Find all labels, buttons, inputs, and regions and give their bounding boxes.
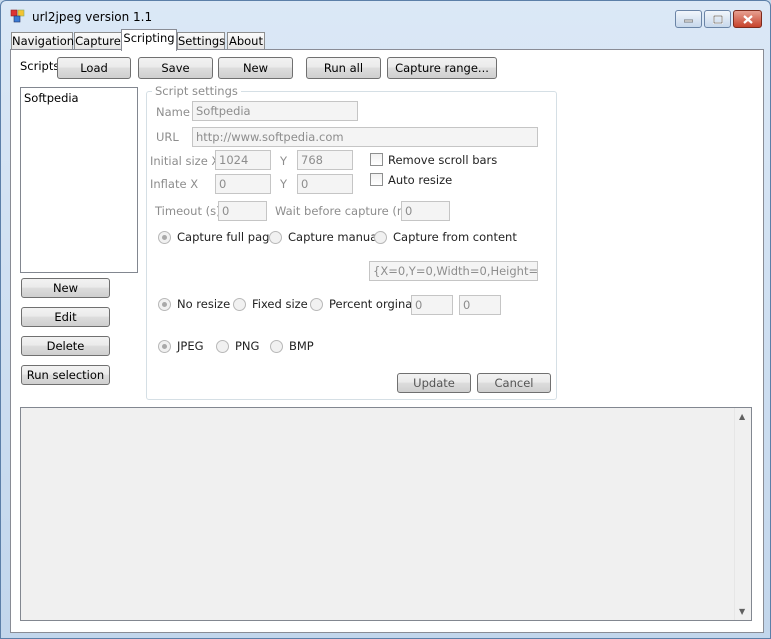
timeout-field[interactable]: 0 bbox=[218, 201, 267, 221]
png-radio[interactable] bbox=[216, 340, 229, 353]
capture-range-button[interactable]: Capture range... bbox=[387, 57, 497, 79]
title-bar[interactable]: url2jpeg version 1.1 bbox=[1, 1, 770, 31]
close-icon bbox=[742, 14, 753, 24]
bmp-radio[interactable] bbox=[270, 340, 283, 353]
initial-y-label: Y bbox=[280, 154, 288, 168]
fixed-size-radio[interactable] bbox=[233, 298, 246, 311]
inflate-y-label: Y bbox=[280, 177, 288, 191]
scripts-label: Scripts bbox=[20, 59, 60, 73]
name-label: Name bbox=[156, 105, 190, 119]
new-button[interactable]: New bbox=[21, 278, 110, 298]
name-field[interactable]: Softpedia bbox=[192, 101, 358, 121]
no-resize-radio[interactable] bbox=[158, 298, 171, 311]
tab-scripting[interactable]: Scripting bbox=[121, 29, 177, 51]
inflate-x-field[interactable]: 0 bbox=[215, 174, 271, 194]
auto-resize-checkbox[interactable] bbox=[370, 173, 383, 186]
inflate-y-field[interactable]: 0 bbox=[297, 174, 353, 194]
close-button[interactable] bbox=[733, 10, 762, 28]
cancel-button[interactable]: Cancel bbox=[477, 373, 551, 393]
edit-button[interactable]: Edit bbox=[21, 307, 110, 327]
window-title: url2jpeg version 1.1 bbox=[32, 10, 153, 24]
url-label: URL bbox=[156, 130, 179, 144]
remove-scroll-bars-label: Remove scroll bars bbox=[388, 153, 498, 167]
scripting-tab-page: Scripts Load Save New Run all Capture ra… bbox=[10, 49, 764, 633]
remove-scroll-bars-checkbox[interactable] bbox=[370, 153, 383, 166]
tab-settings[interactable]: Settings bbox=[177, 32, 225, 50]
app-icon bbox=[10, 9, 25, 23]
list-item[interactable]: Softpedia bbox=[24, 91, 79, 105]
minimize-button[interactable] bbox=[675, 10, 702, 28]
load-button[interactable]: Load bbox=[57, 57, 131, 79]
png-label: PNG bbox=[235, 339, 260, 353]
scripts-list[interactable]: Softpedia bbox=[20, 87, 138, 273]
maximize-icon bbox=[712, 14, 723, 24]
jpeg-radio[interactable] bbox=[158, 340, 171, 353]
percent-original-label: Percent orginal bbox=[329, 297, 416, 311]
initial-x-field[interactable]: 1024 bbox=[215, 150, 271, 170]
output-log-area[interactable]: ▲ ▼ bbox=[20, 407, 752, 621]
capture-full-page-label: Capture full page bbox=[177, 230, 277, 244]
resize-width-field[interactable]: 0 bbox=[411, 295, 453, 315]
script-settings-title: Script settings bbox=[152, 84, 241, 98]
inflate-label: Inflate X bbox=[150, 177, 199, 191]
jpeg-label: JPEG bbox=[177, 339, 204, 353]
initial-size-label: Initial size X bbox=[150, 154, 220, 168]
auto-resize-label: Auto resize bbox=[388, 173, 453, 187]
no-resize-label: No resize bbox=[177, 297, 231, 311]
app-window: url2jpeg version 1.1 Navigation Capture … bbox=[0, 0, 771, 639]
update-button[interactable]: Update bbox=[397, 373, 471, 393]
scroll-up-icon[interactable]: ▲ bbox=[739, 412, 745, 421]
delete-button[interactable]: Delete bbox=[21, 336, 110, 356]
bmp-label: BMP bbox=[289, 339, 314, 353]
initial-y-field[interactable]: 768 bbox=[297, 150, 353, 170]
capture-rect-field[interactable]: {X=0,Y=0,Width=0,Height=0} bbox=[369, 261, 538, 281]
capture-full-page-radio[interactable] bbox=[158, 231, 171, 244]
timeout-label: Timeout (s) bbox=[155, 204, 221, 218]
scroll-down-icon[interactable]: ▼ bbox=[739, 607, 745, 616]
new-script-button[interactable]: New bbox=[218, 57, 293, 79]
wait-field[interactable]: 0 bbox=[401, 201, 450, 221]
capture-from-content-label: Capture from content bbox=[393, 230, 517, 244]
vertical-scrollbar[interactable]: ▲ ▼ bbox=[734, 408, 751, 620]
tab-about[interactable]: About bbox=[227, 32, 265, 50]
capture-manual-radio[interactable] bbox=[269, 231, 282, 244]
run-all-button[interactable]: Run all bbox=[306, 57, 381, 79]
wait-label: Wait before capture (ms) bbox=[275, 204, 419, 218]
resize-height-field[interactable]: 0 bbox=[459, 295, 501, 315]
url-field[interactable]: http://www.softpedia.com bbox=[192, 127, 538, 147]
fixed-size-label: Fixed size bbox=[252, 297, 308, 311]
percent-original-radio[interactable] bbox=[310, 298, 323, 311]
save-button[interactable]: Save bbox=[138, 57, 213, 79]
capture-manual-label: Capture manual bbox=[288, 230, 381, 244]
maximize-button[interactable] bbox=[704, 10, 731, 28]
tab-capture[interactable]: Capture bbox=[74, 32, 122, 50]
capture-from-content-radio[interactable] bbox=[374, 231, 387, 244]
tab-navigation[interactable]: Navigation bbox=[11, 32, 74, 50]
run-selection-button[interactable]: Run selection bbox=[21, 365, 110, 385]
minimize-icon bbox=[684, 19, 693, 23]
